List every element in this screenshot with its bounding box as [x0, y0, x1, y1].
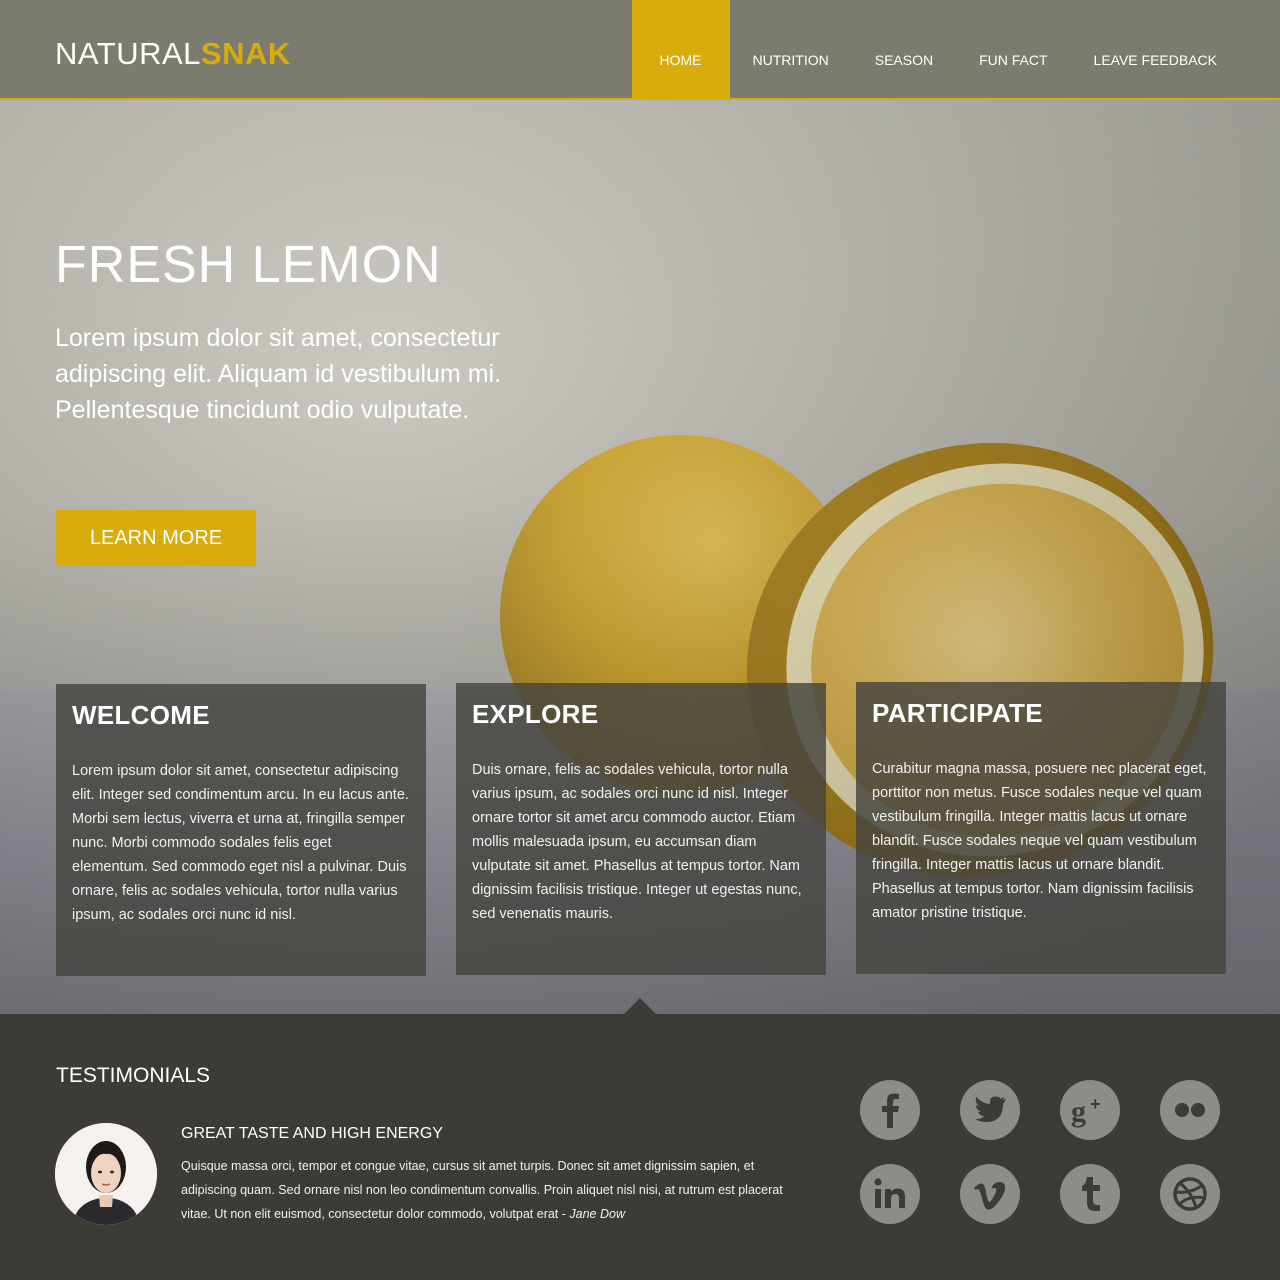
- logo[interactable]: NATURALSNAK: [55, 36, 291, 72]
- card-participate: PARTICIPATE Curabitur magna massa, posue…: [856, 682, 1226, 974]
- logo-part-natural: NATURAL: [55, 36, 201, 71]
- card-explore: EXPLORE Duis ornare, felis ac sodales ve…: [456, 683, 826, 975]
- avatar-portrait: [55, 1123, 157, 1225]
- card-body: Lorem ipsum dolor sit amet, consectetur …: [72, 763, 409, 923]
- card-title: PARTICIPATE: [872, 698, 1043, 728]
- tumblr-icon[interactable]: [1060, 1164, 1120, 1224]
- nav-item-leave-feedback[interactable]: LEAVE FEEDBACK: [1071, 0, 1280, 100]
- twitter-icon[interactable]: [960, 1080, 1020, 1140]
- testimonials-section: TESTIMONIALS GREAT TASTE AND HIGH ENERGY…: [0, 1014, 1280, 1280]
- testimonials-title: TESTIMONIALS: [56, 1064, 211, 1087]
- learn-more-button[interactable]: LEARN MORE: [56, 510, 256, 566]
- avatar: [55, 1123, 157, 1225]
- vimeo-icon[interactable]: [960, 1164, 1020, 1224]
- card-body: Curabitur magna massa, posuere nec place…: [872, 761, 1207, 921]
- hero-title: FRESH LEMON: [55, 236, 442, 294]
- card-title: WELCOME: [72, 700, 210, 730]
- main-nav: HOME NUTRITION SEASON FUN FACT LEAVE FEE…: [631, 0, 1280, 100]
- dribbble-icon[interactable]: [1160, 1164, 1220, 1224]
- svg-text:+: +: [1090, 1094, 1101, 1114]
- quote-author: Jane Dow: [569, 1207, 625, 1221]
- nav-item-season[interactable]: SEASON: [852, 0, 956, 100]
- quote-text: Quisque massa orci, tempor et congue vit…: [181, 1154, 811, 1226]
- quote-title: GREAT TASTE AND HIGH ENERGY: [181, 1125, 443, 1142]
- nav-item-fun-fact[interactable]: FUN FACT: [956, 0, 1070, 100]
- nav-item-nutrition[interactable]: NUTRITION: [730, 0, 852, 100]
- logo-part-snak: SNAK: [200, 36, 291, 71]
- section-pointer: [624, 998, 656, 1014]
- card-body: Duis ornare, felis ac sodales vehicula, …: [472, 762, 802, 922]
- header: NATURALSNAK HOME NUTRITION SEASON FUN FA…: [0, 0, 1280, 100]
- svg-text:g: g: [1071, 1095, 1086, 1128]
- quote-body: Quisque massa orci, tempor et congue vit…: [181, 1159, 783, 1221]
- nav-item-home[interactable]: HOME: [631, 0, 730, 100]
- hero-text: Lorem ipsum dolor sit amet, consectetur …: [55, 324, 502, 424]
- facebook-icon[interactable]: [860, 1080, 920, 1140]
- card-welcome: WELCOME Lorem ipsum dolor sit amet, cons…: [56, 684, 426, 976]
- flickr-icon[interactable]: [1160, 1080, 1220, 1140]
- google-plus-icon[interactable]: g +: [1060, 1080, 1120, 1140]
- linkedin-icon[interactable]: [860, 1164, 920, 1224]
- card-title: EXPLORE: [472, 699, 599, 729]
